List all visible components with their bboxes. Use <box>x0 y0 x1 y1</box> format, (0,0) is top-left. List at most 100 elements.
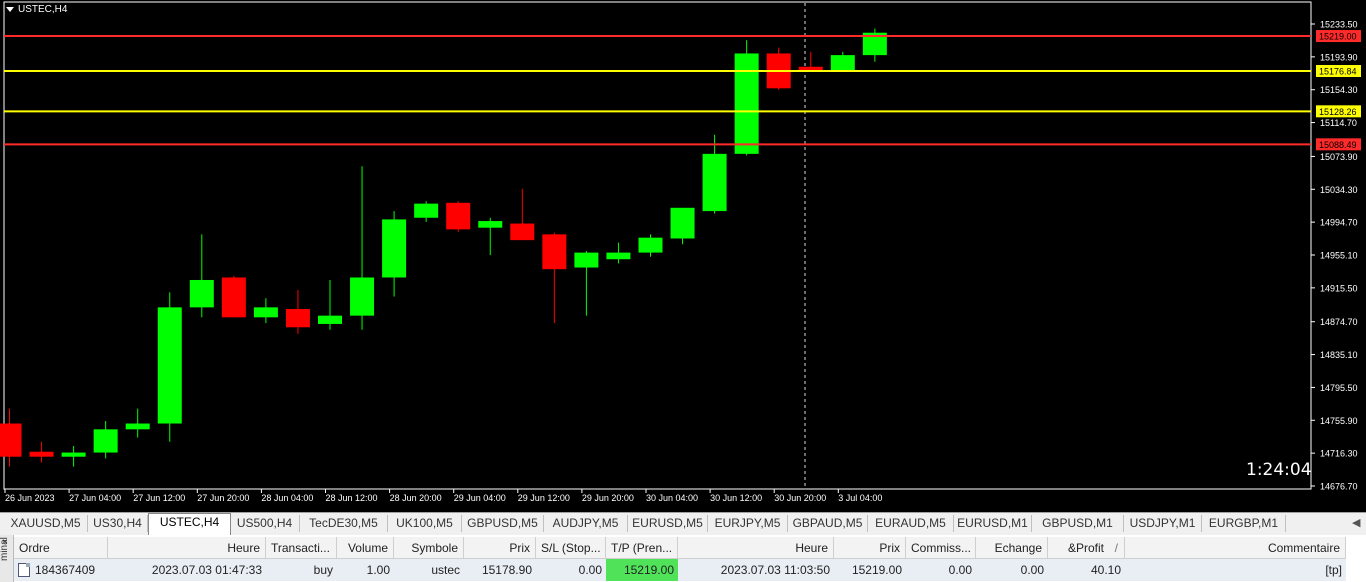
cell-order-text: 184367409 <box>35 563 96 577</box>
col-header-commission[interactable]: Commiss... <box>906 537 976 559</box>
tab-gbpusd-m1[interactable]: GBPUSD,M1 <box>1032 515 1124 532</box>
tab-us500-h4[interactable]: US500,H4 <box>230 515 300 532</box>
price-axis-label: 15233.50 <box>1320 20 1358 30</box>
col-header-type[interactable]: Transacti... <box>266 537 337 559</box>
time-axis-label: 30 Jun 04:00 <box>646 493 698 503</box>
tab-eurusd-m5[interactable]: EURUSD,M5 <box>628 515 708 532</box>
col-header-comment[interactable]: Commentaire <box>1125 537 1346 559</box>
price-axis-label: 14955.10 <box>1320 251 1358 261</box>
price-axis-label: 14676.70 <box>1320 482 1358 492</box>
chart-tabs-bar: XAUUSD,M5 US30,H4 USTEC,H4 US500,H4 TecDE30,… <box>0 512 1366 536</box>
price-axis-label: 15073.90 <box>1320 152 1358 162</box>
price-level-label: 15219.00 <box>1319 32 1357 42</box>
bullish-candle <box>61 452 86 457</box>
time-axis-label: 30 Jun 12:00 <box>710 493 762 503</box>
tab-eurgbp-m1[interactable]: EURGBP,M1 <box>1202 515 1286 532</box>
bullish-candle <box>350 277 375 316</box>
price-axis-label: 14915.50 <box>1320 283 1358 293</box>
cell-volume: 1.00 <box>337 559 394 581</box>
sort-indicator-icon: / <box>1114 541 1118 555</box>
bullish-candle <box>318 315 342 324</box>
price-axis-label: 14755.90 <box>1320 416 1358 426</box>
col-header-profit[interactable]: &Profit / <box>1048 537 1125 559</box>
candlestick-chart[interactable]: 15233.50 15193.90 15154.30 15114.70 15073.90… <box>0 0 1366 512</box>
cell-open-price: 15178.90 <box>464 559 536 581</box>
time-axis-label: 29 Jun 20:00 <box>582 493 634 503</box>
price-level-label: 15128.26 <box>1319 107 1357 117</box>
bullish-candle <box>253 307 278 318</box>
cell-open-time: 2023.07.03 01:47:33 <box>108 559 266 581</box>
cell-profit: 40.10 <box>1048 559 1125 581</box>
bullish-candle <box>125 423 150 430</box>
bar-countdown-timer: 1:24:04 <box>1246 460 1312 480</box>
time-axis-label: 29 Jun 12:00 <box>518 493 570 503</box>
col-header-order[interactable]: Ordre <box>14 537 108 559</box>
price-level-label: 15176.84 <box>1319 67 1357 77</box>
cell-order: 184367409 <box>14 559 108 581</box>
bullish-candle <box>702 153 727 212</box>
col-header-tp[interactable]: T/P (Pren... <box>606 537 678 559</box>
col-header-close-time[interactable]: Heure <box>678 537 834 559</box>
price-axis-label: 14874.70 <box>1320 317 1358 327</box>
tab-us30-h4[interactable]: US30,H4 <box>88 515 148 532</box>
bullish-candle <box>670 207 695 239</box>
time-axis-label: 29 Jun 04:00 <box>454 493 506 503</box>
tab-eurusd-m1[interactable]: EURUSD,M1 <box>954 515 1032 532</box>
cell-commission: 0.00 <box>906 559 976 581</box>
bearish-candle <box>798 66 823 71</box>
tab-scroll-left-icon[interactable]: ◀ <box>1352 516 1360 529</box>
col-header-close-price[interactable]: Prix <box>834 537 906 559</box>
cell-symbol: ustec <box>394 559 464 581</box>
col-header-sl[interactable]: S/L (Stop... <box>536 537 606 559</box>
tab-tecde30-m5[interactable]: TecDE30,M5 <box>300 515 388 532</box>
chart-title: USTEC,H4 <box>6 4 67 15</box>
bullish-candle <box>830 55 855 71</box>
time-axis-label: 27 Jun 12:00 <box>133 493 185 503</box>
bullish-candle <box>478 221 503 228</box>
cell-type: buy <box>266 559 337 581</box>
col-header-profit-label: &Profit <box>1067 541 1104 555</box>
bearish-candle <box>446 202 471 230</box>
chart-window[interactable]: 15233.50 15193.90 15154.30 15114.70 15073.90… <box>0 0 1366 512</box>
price-axis-label: 14835.10 <box>1320 350 1358 360</box>
tab-xauusd-m5[interactable]: XAUUSD,M5 <box>4 515 88 532</box>
price-axis-label: 15114.70 <box>1320 118 1357 128</box>
tab-usdjpy-m1[interactable]: USDJPY,M1 <box>1124 515 1202 532</box>
time-axis-label: 26 Jun 2023 <box>5 493 55 503</box>
col-header-symbol[interactable]: Symbole <box>394 537 464 559</box>
bullish-candle <box>734 53 759 154</box>
cell-tp: 15219.00 <box>606 559 678 581</box>
tab-ustec-h4[interactable]: USTEC,H4 <box>148 513 231 535</box>
price-axis-label: 14716.30 <box>1320 449 1358 459</box>
bearish-candle <box>221 277 246 318</box>
time-axis-label: 30 Jun 20:00 <box>774 493 826 503</box>
bullish-candle <box>574 252 599 268</box>
time-axis-label: 28 Jun 12:00 <box>326 493 378 503</box>
tab-uk100-m5[interactable]: UK100,M5 <box>388 515 462 532</box>
cell-close-price: 15219.00 <box>834 559 906 581</box>
bullish-candle <box>382 219 407 278</box>
tab-euraud-m5[interactable]: EURAUD,M5 <box>868 515 954 532</box>
tab-audjpy-m5[interactable]: AUDJPY,M5 <box>544 515 628 532</box>
terminal-label: minal <box>0 537 10 561</box>
tab-gbpaud-m5[interactable]: GBPAUD,M5 <box>788 515 868 532</box>
col-header-time[interactable]: Heure <box>108 537 266 559</box>
price-axis-label: 14795.50 <box>1320 383 1358 393</box>
col-header-volume[interactable]: Volume <box>337 537 394 559</box>
price-axis-label: 15034.30 <box>1320 185 1358 195</box>
chart-menu-icon[interactable] <box>6 7 14 12</box>
col-header-price[interactable]: Prix <box>464 537 536 559</box>
col-header-swap[interactable]: Echange <box>976 537 1048 559</box>
tab-gbpusd-m5[interactable]: GBPUSD,M5 <box>462 515 544 532</box>
bullish-candle <box>414 203 439 218</box>
bearish-candle <box>542 234 567 270</box>
cell-comment: [tp] <box>1125 559 1346 581</box>
bullish-candle <box>638 237 663 253</box>
bullish-candle <box>606 252 631 260</box>
tab-eurjpy-m5[interactable]: EURJPY,M5 <box>708 515 788 532</box>
time-axis-label: 27 Jun 04:00 <box>69 493 121 503</box>
chart-symbol-label: USTEC,H4 <box>18 4 68 15</box>
time-axis-label: 28 Jun 04:00 <box>261 493 313 503</box>
price-axis-label: 15154.30 <box>1320 85 1358 95</box>
bullish-candle <box>93 429 118 453</box>
